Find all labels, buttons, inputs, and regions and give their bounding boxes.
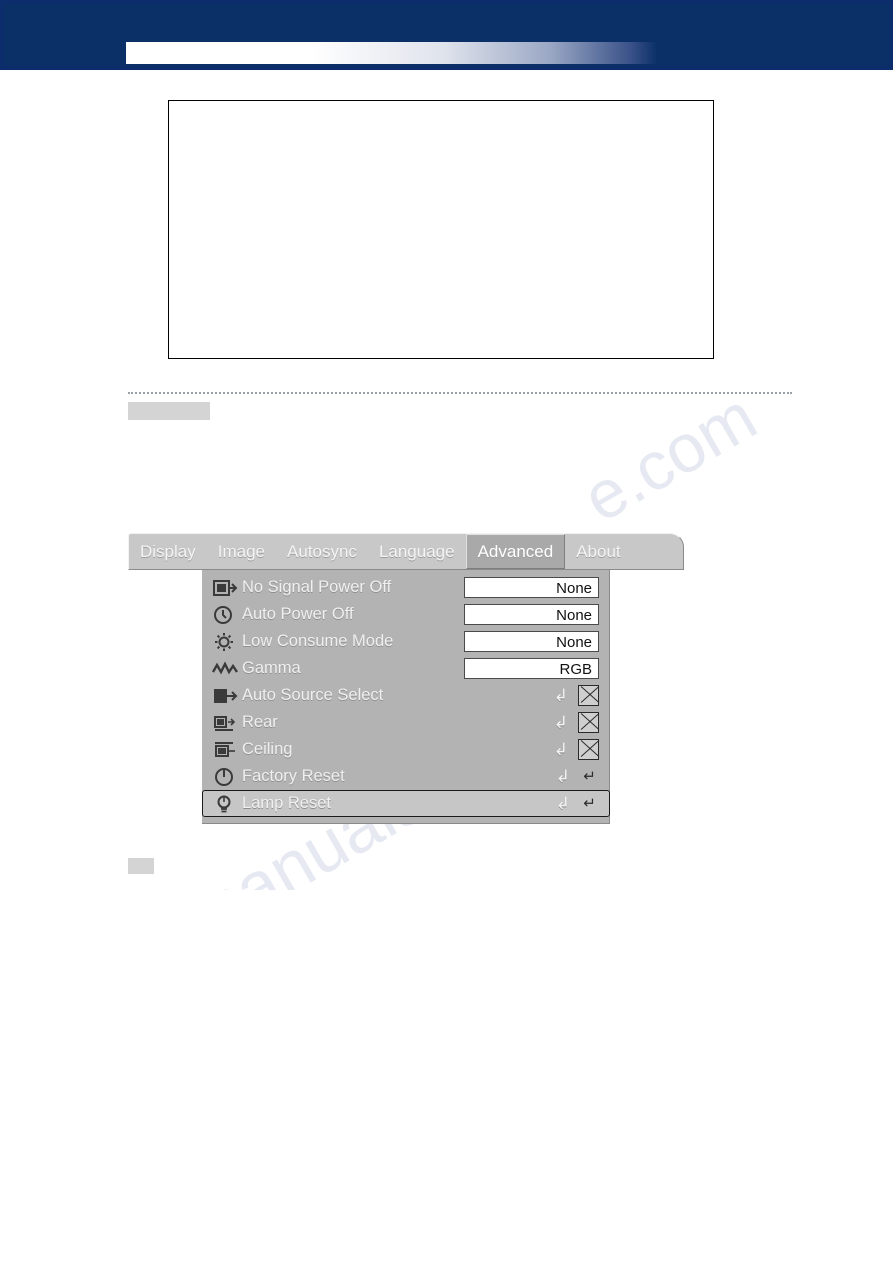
osd-row-label: No Signal Power Off [242, 578, 392, 596]
tab-image[interactable]: Image [207, 534, 276, 569]
osd-row[interactable]: Factory Reset ↲ ↵ [202, 763, 609, 790]
gamma-icon [208, 658, 242, 680]
auto-power-off-icon [208, 604, 242, 626]
osd-row-label: Auto Source Select [242, 686, 384, 704]
osd-row-control[interactable]: ↲ ↵ [464, 794, 599, 814]
osd-row-selected[interactable]: Lamp Reset ↲ ↵ [202, 790, 610, 817]
osd-row[interactable]: No Signal Power Off None [202, 574, 609, 601]
osd-row-control[interactable]: ↲ [464, 685, 599, 706]
osd-row[interactable]: Auto Power Off None [202, 601, 609, 628]
osd-row-label: Gamma [242, 659, 301, 677]
auto-source-select-icon [208, 685, 242, 707]
osd-row[interactable]: Ceiling ↲ [202, 736, 609, 763]
osd-panel-advanced: No Signal Power Off None Auto Power Off … [202, 570, 610, 824]
page-header-band [0, 0, 893, 70]
osd-row[interactable]: Low Consume Mode None [202, 628, 609, 655]
checkbox-crossed-icon[interactable] [578, 712, 599, 733]
text-placeholder-block-bottom [128, 858, 154, 874]
section-divider [128, 392, 792, 394]
return-arrow-icon[interactable]: ↵ [580, 767, 599, 786]
return-arrow-icon[interactable]: ↵ [580, 794, 599, 813]
lamp-reset-icon [208, 793, 242, 815]
enter-arrow-icon: ↲ [555, 793, 570, 813]
osd-row-control[interactable]: ↲ [464, 739, 599, 760]
osd-menu: Display Image Autosync Language Advanced… [128, 533, 684, 824]
figure-placeholder-box [168, 100, 714, 359]
osd-row[interactable]: Auto Source Select ↲ [202, 682, 609, 709]
ceiling-icon [208, 739, 242, 761]
osd-row-label: Rear [242, 713, 278, 731]
watermark-line-1: e.com [570, 378, 769, 537]
rear-icon [208, 712, 242, 734]
osd-row-value[interactable]: None [464, 631, 599, 652]
osd-row-value[interactable]: None [464, 604, 599, 625]
enter-arrow-icon: ↲ [553, 739, 568, 759]
tab-language[interactable]: Language [368, 534, 466, 569]
osd-row-label: Factory Reset [242, 767, 345, 785]
osd-row-value[interactable]: RGB [464, 658, 599, 679]
osd-row-label: Lamp Reset [242, 794, 331, 812]
header-gradient-strip [126, 42, 657, 64]
low-consume-mode-icon [208, 631, 242, 653]
text-placeholder-block-top [128, 402, 210, 420]
osd-row-value[interactable]: None [464, 577, 599, 598]
checkbox-crossed-icon[interactable] [578, 685, 599, 706]
tab-autosync[interactable]: Autosync [276, 534, 368, 569]
no-signal-power-off-icon [208, 577, 242, 599]
enter-arrow-icon: ↲ [553, 685, 568, 705]
checkbox-crossed-icon[interactable] [578, 739, 599, 760]
osd-row-label: Ceiling [242, 740, 293, 758]
osd-row-label: Low Consume Mode [242, 632, 394, 650]
enter-arrow-icon: ↲ [553, 712, 568, 732]
enter-arrow-icon: ↲ [555, 766, 570, 786]
osd-row[interactable]: Rear ↲ [202, 709, 609, 736]
tab-about[interactable]: About [565, 534, 631, 569]
osd-row[interactable]: Gamma RGB [202, 655, 609, 682]
osd-tab-bar: Display Image Autosync Language Advanced… [128, 533, 684, 570]
tab-display[interactable]: Display [129, 534, 207, 569]
osd-row-control[interactable]: ↲ ↵ [464, 767, 599, 787]
tab-advanced[interactable]: Advanced [465, 534, 566, 569]
factory-reset-icon [208, 766, 242, 788]
osd-row-control[interactable]: ↲ [464, 712, 599, 733]
osd-row-label: Auto Power Off [242, 605, 354, 623]
